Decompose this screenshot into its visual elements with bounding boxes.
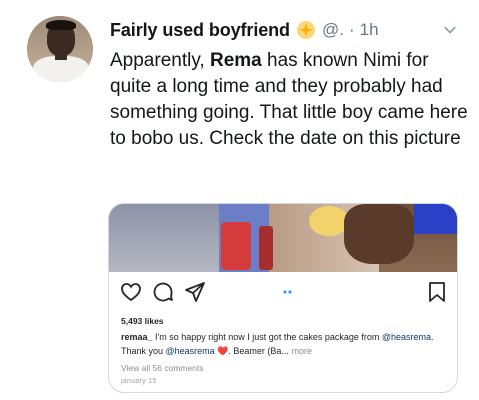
comment-icon[interactable] xyxy=(151,280,175,304)
tweet-card[interactable]: Fairly used boyfriend @. · 1h Apparently… xyxy=(0,0,479,400)
caption-mention-1: @heasrema xyxy=(381,332,432,342)
sparkle-badge-icon xyxy=(296,20,316,40)
tweet-text: Apparently, Rema has known Nimi for quit… xyxy=(110,48,470,152)
bookmark-icon[interactable] xyxy=(425,280,449,304)
heart-icon[interactable] xyxy=(119,280,143,304)
likes-count: 5,493 likes xyxy=(121,316,164,326)
caption-more-link: more xyxy=(291,346,312,356)
separator-dot: · xyxy=(348,20,355,39)
tweet-text-start: Apparently, xyxy=(110,50,210,71)
send-icon[interactable] xyxy=(183,280,207,304)
display-name[interactable]: Fairly used boyfriend xyxy=(110,20,290,41)
post-actions xyxy=(119,280,449,306)
caption-mention-2: @heasrema xyxy=(165,346,215,356)
handle[interactable]: @. xyxy=(322,20,344,40)
avatar[interactable] xyxy=(27,16,93,82)
chevron-down-icon[interactable] xyxy=(440,20,460,40)
timestamp[interactable]: 1h xyxy=(360,20,379,40)
post-caption: remaa_ I'm so happy right now I just got… xyxy=(121,330,446,358)
embedded-instagram-screenshot[interactable]: 5,493 likes remaa_ I'm so happy right no… xyxy=(108,203,458,393)
tweet-header: Fairly used boyfriend @. · 1h xyxy=(110,18,470,42)
tweet-text-bold: Rema xyxy=(209,50,262,71)
caption-text-3: ❤️. Beamer (Ba... xyxy=(214,346,289,356)
carousel-dots-icon xyxy=(277,280,293,304)
post-date: january 15 xyxy=(121,378,157,385)
view-comments-link: View all 56 comments xyxy=(121,363,204,373)
caption-username: remaa_ xyxy=(121,332,153,342)
caption-text-1: I'm so happy right now I just got the ca… xyxy=(152,332,382,342)
post-photo[interactable] xyxy=(109,204,457,272)
